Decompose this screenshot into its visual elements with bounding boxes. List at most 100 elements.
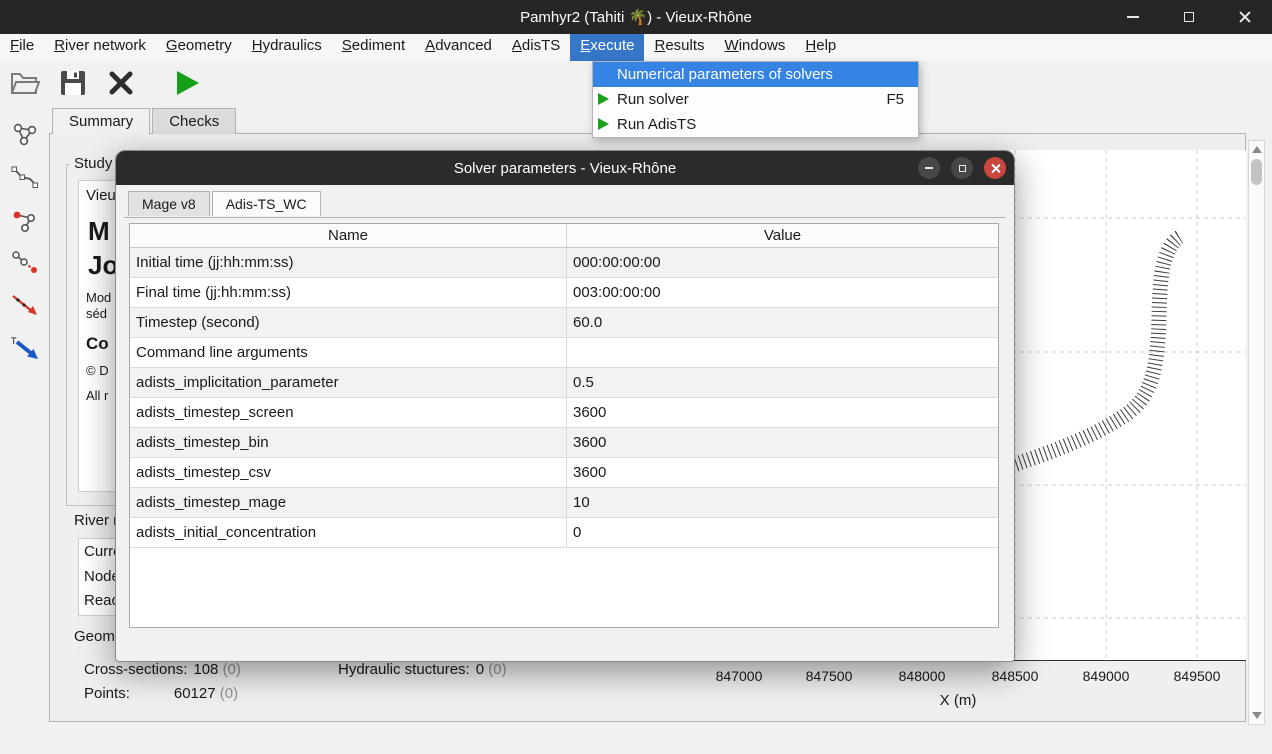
main-tab-bar: Summary Checks bbox=[52, 108, 238, 134]
scroll-down-icon[interactable] bbox=[1252, 712, 1262, 719]
close-icon bbox=[991, 164, 1000, 173]
table-row[interactable]: adists_timestep_screen 3600 bbox=[130, 398, 998, 428]
stat-value: 108 bbox=[193, 661, 218, 678]
minimize-button[interactable] bbox=[1116, 0, 1150, 34]
column-header-name: Name bbox=[130, 224, 567, 247]
tab-checks[interactable]: Checks bbox=[152, 108, 236, 134]
menu-item-run-solver[interactable]: Run solver F5 bbox=[593, 87, 918, 112]
cross-section-icon bbox=[11, 206, 39, 234]
dialog-minimize-button[interactable] bbox=[918, 157, 940, 179]
tool-reach-button[interactable] bbox=[8, 247, 42, 279]
table-row[interactable]: adists_timestep_bin 3600 bbox=[130, 428, 998, 458]
table-row[interactable]: adists_initial_concentration 0 bbox=[130, 518, 998, 548]
param-value[interactable]: 3600 bbox=[567, 458, 998, 487]
maximize-icon bbox=[1184, 12, 1194, 22]
close-button[interactable] bbox=[1228, 0, 1262, 34]
run-button[interactable] bbox=[170, 66, 204, 100]
table-row[interactable]: adists_timestep_csv 3600 bbox=[130, 458, 998, 488]
main-toolbar bbox=[8, 61, 204, 105]
param-value[interactable]: 10 bbox=[567, 488, 998, 517]
menu-results[interactable]: Results bbox=[644, 34, 714, 61]
dialog-pane-divider bbox=[124, 217, 1006, 218]
vertical-scrollbar[interactable] bbox=[1248, 140, 1265, 725]
minimize-icon bbox=[1127, 16, 1139, 18]
menu-execute[interactable]: Execute bbox=[570, 34, 644, 61]
dialog-maximize-button[interactable] bbox=[951, 157, 973, 179]
study-group-label: Study bbox=[70, 155, 116, 172]
slope-red-icon bbox=[10, 292, 40, 320]
table-row[interactable]: adists_implicitation_parameter 0.5 bbox=[130, 368, 998, 398]
dialog-title-bar[interactable]: Solver parameters - Vieux-Rhône bbox=[116, 151, 1014, 185]
stat-name: Hydraulic stuctures: bbox=[338, 661, 470, 678]
param-value[interactable]: 3600 bbox=[567, 398, 998, 427]
x-axis-tick: 847500 bbox=[789, 668, 869, 684]
param-name: adists_timestep_mage bbox=[130, 488, 567, 517]
river-cross-sections-path bbox=[1016, 236, 1182, 464]
stat-cross-sections: Cross-sections:108 (0) bbox=[84, 661, 241, 678]
table-row[interactable]: Timestep (second) 60.0 bbox=[130, 308, 998, 338]
river-network-row: Reac bbox=[84, 592, 119, 609]
save-button[interactable] bbox=[56, 66, 90, 100]
param-value[interactable]: 60.0 bbox=[567, 308, 998, 337]
param-name: adists_timestep_bin bbox=[130, 428, 567, 457]
study-text-line: séd bbox=[86, 306, 107, 321]
param-value[interactable]: 0 bbox=[567, 518, 998, 547]
stat-value: 0 bbox=[476, 661, 484, 678]
shortcut-label: F5 bbox=[886, 91, 918, 108]
stat-extra: (0) bbox=[223, 661, 241, 678]
scrollbar-thumb[interactable] bbox=[1251, 159, 1262, 185]
scroll-up-icon[interactable] bbox=[1252, 146, 1262, 153]
menu-hydraulics[interactable]: Hydraulics bbox=[242, 34, 332, 61]
dialog-tab-bar: Mage v8 Adis-TS_WC bbox=[128, 191, 323, 216]
tab-summary[interactable]: Summary bbox=[52, 108, 150, 134]
study-heading-line: Jo bbox=[88, 250, 118, 281]
param-name: adists_implicitation_parameter bbox=[130, 368, 567, 397]
menu-sediment[interactable]: Sediment bbox=[332, 34, 415, 61]
stat-value: 60127 bbox=[174, 685, 216, 702]
param-name: Command line arguments bbox=[130, 338, 567, 367]
param-value[interactable]: 0.5 bbox=[567, 368, 998, 397]
menu-windows[interactable]: Windows bbox=[715, 34, 796, 61]
menu-geometry[interactable]: Geometry bbox=[156, 34, 242, 61]
menu-help[interactable]: Help bbox=[795, 34, 846, 61]
title-bar: Pamhyr2 (Tahiti 🌴) - Vieux-Rhône bbox=[0, 0, 1272, 34]
menu-bar: File River network Geometry Hydraulics S… bbox=[0, 34, 1272, 61]
x-axis-tick: 849500 bbox=[1157, 668, 1237, 684]
x-axis-tick: 848500 bbox=[975, 668, 1055, 684]
tab-mage-v8[interactable]: Mage v8 bbox=[128, 191, 210, 216]
maximize-button[interactable] bbox=[1172, 0, 1206, 34]
tool-cross-section-button[interactable] bbox=[8, 204, 42, 236]
network-icon bbox=[11, 120, 39, 148]
menu-advanced[interactable]: Advanced bbox=[415, 34, 502, 61]
dialog-close-button[interactable] bbox=[984, 157, 1006, 179]
x-axis-tick: 849000 bbox=[1066, 668, 1146, 684]
maximize-icon bbox=[959, 165, 966, 172]
execute-menu-dropdown: Numerical parameters of solvers Run solv… bbox=[592, 61, 919, 138]
param-value[interactable]: 003:00:00:00 bbox=[567, 278, 998, 307]
param-value[interactable] bbox=[567, 338, 998, 367]
param-value[interactable]: 3600 bbox=[567, 428, 998, 457]
tool-network-button[interactable] bbox=[8, 118, 42, 150]
table-row[interactable]: Initial time (jj:hh:mm:ss) 000:00:00:00 bbox=[130, 248, 998, 278]
table-row[interactable]: adists_timestep_mage 10 bbox=[130, 488, 998, 518]
param-value[interactable]: 000:00:00:00 bbox=[567, 248, 998, 277]
menu-file[interactable]: File bbox=[0, 34, 44, 61]
tab-adis-ts-wc[interactable]: Adis-TS_WC bbox=[212, 191, 321, 216]
menu-item-label: Run solver bbox=[617, 91, 689, 108]
menu-river-network[interactable]: River network bbox=[44, 34, 156, 61]
tool-profile-button[interactable] bbox=[8, 161, 42, 193]
close-project-button[interactable] bbox=[104, 66, 138, 100]
longitudinal-profile-icon bbox=[11, 163, 39, 191]
menu-adists[interactable]: AdisTS bbox=[502, 34, 570, 61]
tool-translation-button[interactable]: T bbox=[8, 333, 42, 365]
study-text-line: Mod bbox=[86, 290, 111, 305]
menu-item-numerical-parameters[interactable]: Numerical parameters of solvers bbox=[593, 62, 918, 87]
window-title: Pamhyr2 (Tahiti 🌴) - Vieux-Rhône bbox=[520, 8, 752, 26]
x-axis-label: X (m) bbox=[918, 692, 998, 709]
menu-item-run-adists[interactable]: Run AdisTS bbox=[593, 112, 918, 137]
open-button[interactable] bbox=[8, 66, 42, 100]
param-name: adists_initial_concentration bbox=[130, 518, 567, 547]
tool-slope-button[interactable] bbox=[8, 290, 42, 322]
table-row[interactable]: Command line arguments bbox=[130, 338, 998, 368]
table-row[interactable]: Final time (jj:hh:mm:ss) 003:00:00:00 bbox=[130, 278, 998, 308]
